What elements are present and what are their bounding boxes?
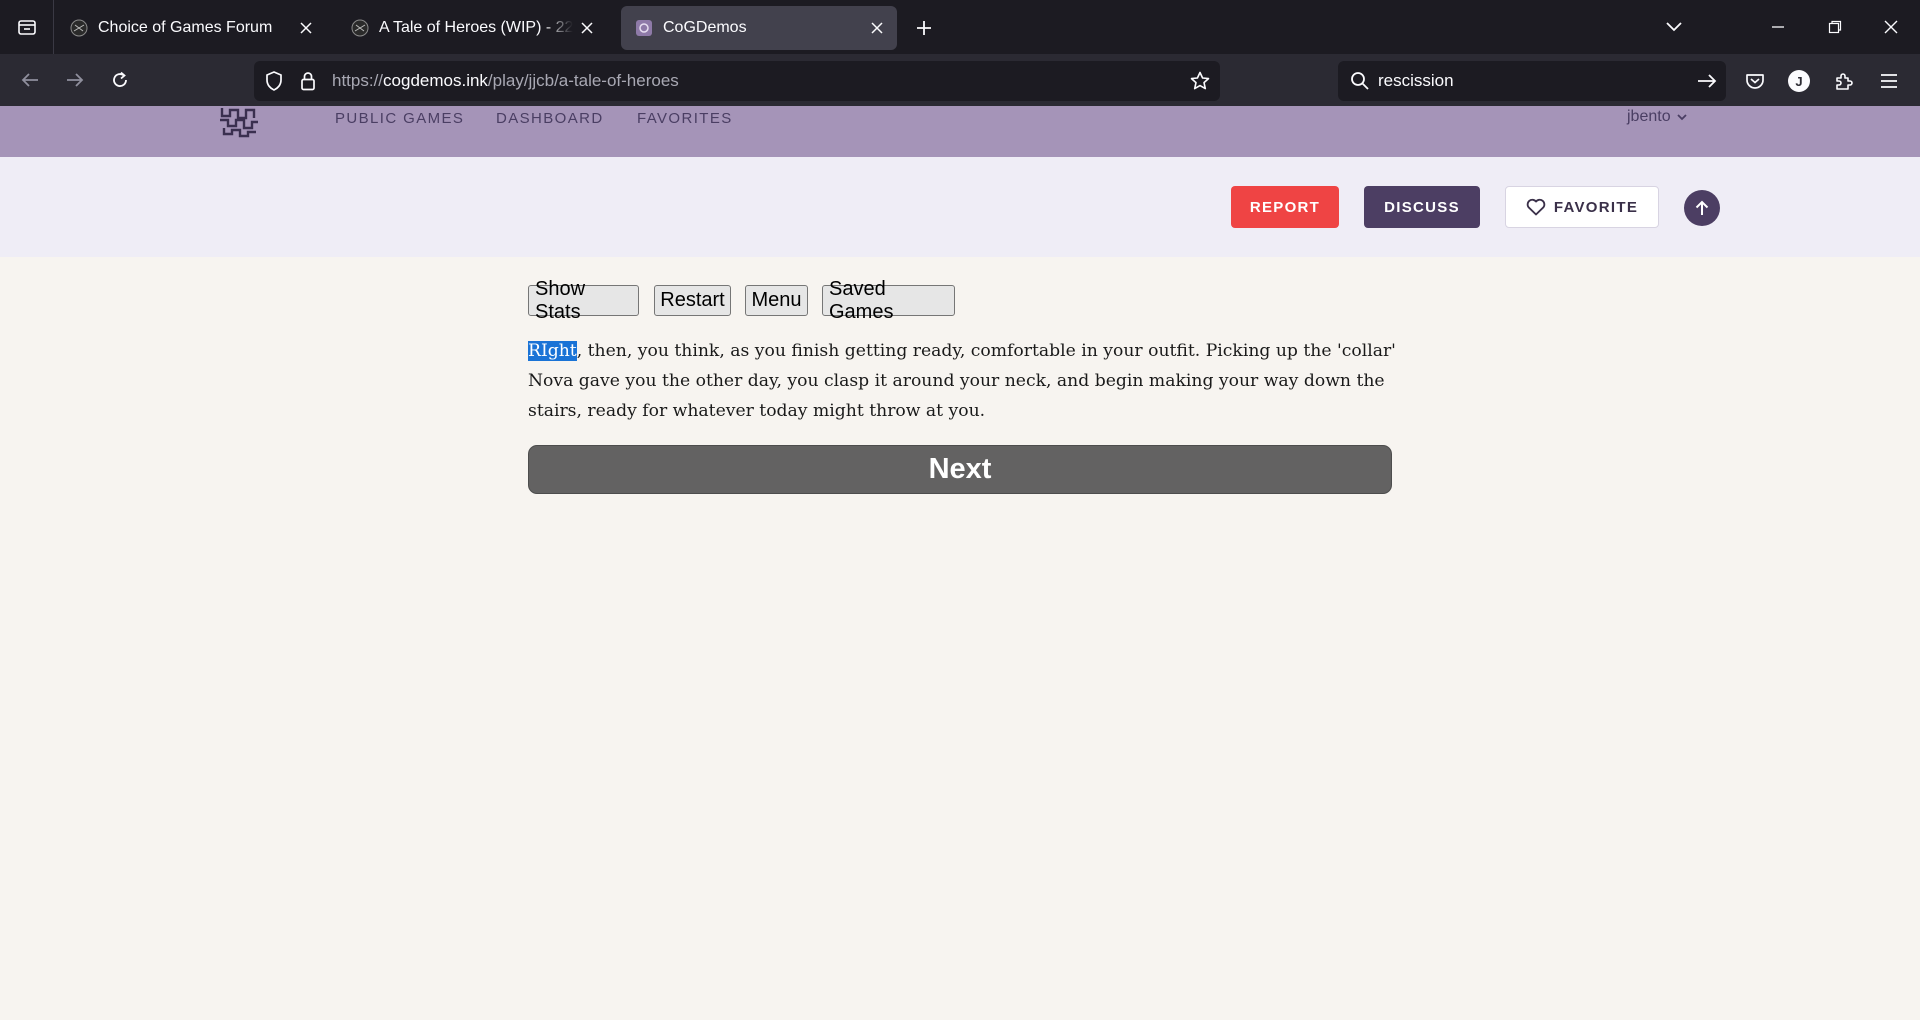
- restore-button[interactable]: [1817, 10, 1853, 44]
- heart-icon: [1526, 198, 1546, 216]
- nav-public-games[interactable]: PUBLIC GAMES: [335, 110, 464, 127]
- chevron-down-icon: [1676, 113, 1687, 120]
- bookmark-star-icon[interactable]: [1190, 71, 1210, 91]
- user-menu[interactable]: jbento: [1627, 108, 1687, 126]
- favorite-button[interactable]: FAVORITE: [1505, 186, 1659, 228]
- username: jbento: [1627, 108, 1671, 125]
- arrow-left-icon: [21, 73, 38, 87]
- search-go-button[interactable]: [1692, 66, 1722, 96]
- site-navbar: PUBLIC GAMES DASHBOARD FAVORITES jbento: [0, 106, 1920, 157]
- tab-title: A Tale of Heroes (WIP) - 224k w: [379, 19, 573, 36]
- story-body: , then, you think, as you finish getting…: [528, 341, 1396, 421]
- selected-text: RIght: [528, 341, 577, 361]
- hamburger-menu-icon: [1881, 74, 1897, 88]
- report-button[interactable]: REPORT: [1231, 186, 1339, 228]
- menu-button[interactable]: Menu: [745, 285, 808, 316]
- cogdemos-logo-icon[interactable]: [218, 106, 260, 138]
- arrow-right-icon: [1698, 74, 1717, 88]
- chevron-down-icon: [1666, 22, 1682, 32]
- tab-cogdemos[interactable]: CoGDemos: [621, 6, 897, 50]
- minimize-button[interactable]: [1760, 10, 1796, 44]
- account-button[interactable]: J: [1781, 63, 1817, 99]
- reload-icon: [113, 71, 127, 87]
- story-text: RIght, then, you think, as you finish ge…: [528, 336, 1398, 426]
- tab-close-icon[interactable]: [573, 14, 601, 42]
- firefox-view-icon: [17, 20, 36, 35]
- url-path: /play/jjcb/a-tale-of-heroes: [487, 71, 679, 90]
- next-button[interactable]: Next: [528, 445, 1392, 494]
- arrow-right-icon: [67, 73, 84, 87]
- restart-button[interactable]: Restart: [654, 285, 731, 316]
- tab-close-icon[interactable]: [863, 14, 891, 42]
- avatar: J: [1788, 70, 1810, 92]
- url-host: cogdemos.ink: [383, 71, 488, 90]
- tab-title: Choice of Games Forum: [98, 19, 273, 36]
- minimize-icon: [1772, 26, 1784, 28]
- restore-icon: [1828, 20, 1842, 34]
- search-icon: [1351, 72, 1369, 90]
- saved-games-button[interactable]: Saved Games: [822, 278, 955, 323]
- pocket-icon: [1746, 74, 1764, 89]
- tab-choice-of-games-forum[interactable]: Choice of Games Forum: [56, 6, 326, 50]
- url-text: https://cogdemos.ink/play/jjcb/a-tale-of…: [332, 71, 679, 91]
- pocket-button[interactable]: [1737, 63, 1773, 99]
- app-menu-button[interactable]: [1871, 63, 1907, 99]
- reload-button[interactable]: [103, 63, 137, 97]
- forward-button[interactable]: [58, 63, 92, 97]
- tab-strip: Choice of Games Forum A Tale of Heroes (…: [0, 0, 1920, 54]
- game-action-bar: REPORT DISCUSS FAVORITE: [0, 157, 1920, 257]
- favorite-label: FAVORITE: [1553, 198, 1639, 216]
- search-bar[interactable]: rescission: [1338, 61, 1726, 101]
- list-all-tabs-button[interactable]: [1656, 10, 1692, 44]
- nav-dashboard[interactable]: DASHBOARD: [496, 110, 604, 127]
- forum-favicon-icon: [351, 19, 369, 37]
- firefox-view-button[interactable]: [0, 0, 54, 54]
- show-stats-button[interactable]: Show Stats: [528, 278, 639, 323]
- address-bar[interactable]: https://cogdemos.ink/play/jjcb/a-tale-of…: [254, 61, 1220, 101]
- search-input[interactable]: rescission: [1378, 71, 1454, 91]
- close-icon: [1884, 20, 1898, 34]
- discuss-button[interactable]: DISCUSS: [1364, 186, 1480, 228]
- tab-close-icon[interactable]: [292, 14, 320, 42]
- arrow-up-icon: [1695, 200, 1709, 215]
- new-tab-button[interactable]: [909, 13, 939, 43]
- extensions-button[interactable]: [1826, 63, 1862, 99]
- cogdemos-favicon-icon: [636, 20, 652, 36]
- shield-icon[interactable]: [264, 71, 284, 91]
- puzzle-piece-icon: [1836, 73, 1853, 90]
- plus-icon: [917, 21, 931, 35]
- scroll-to-top-button[interactable]: [1684, 190, 1720, 226]
- tab-a-tale-of-heroes[interactable]: A Tale of Heroes (WIP) - 224k w: [337, 6, 607, 50]
- close-window-button[interactable]: [1873, 10, 1909, 44]
- nav-favorites[interactable]: FAVORITES: [637, 110, 733, 127]
- url-scheme: https://: [332, 71, 384, 90]
- back-button[interactable]: [13, 63, 47, 97]
- lock-icon[interactable]: [298, 71, 318, 91]
- tab-title: CoGDemos: [663, 19, 747, 36]
- forum-favicon-icon: [70, 19, 88, 37]
